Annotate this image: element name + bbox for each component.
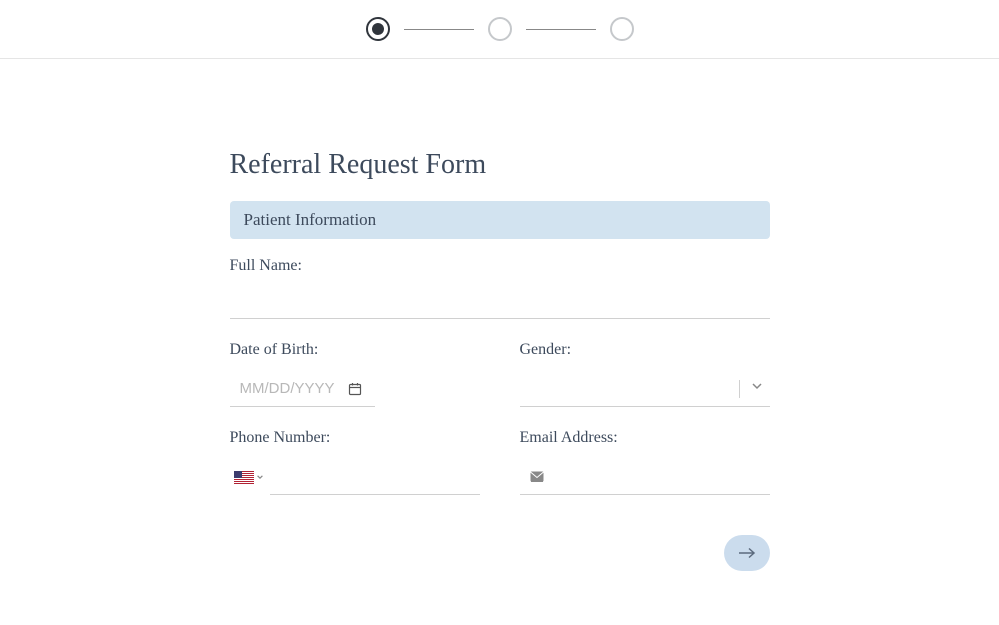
form-container: Referral Request Form Patient Informatio… xyxy=(230,149,770,495)
gender-select-value xyxy=(520,371,739,406)
step-1-indicator[interactable] xyxy=(366,17,390,41)
step-3-indicator[interactable] xyxy=(610,17,634,41)
field-email-address: Email Address: xyxy=(520,429,770,495)
next-button[interactable] xyxy=(724,535,770,571)
phone-label: Phone Number: xyxy=(230,429,480,447)
calendar-icon[interactable] xyxy=(348,382,362,396)
email-icon xyxy=(530,471,544,482)
gender-select[interactable] xyxy=(520,371,770,407)
field-gender: Gender: xyxy=(520,341,770,407)
dob-input[interactable] xyxy=(230,380,340,397)
select-divider xyxy=(739,380,740,398)
email-input-wrapper xyxy=(520,459,770,495)
us-flag-icon xyxy=(234,471,254,484)
step-connector-1 xyxy=(404,29,474,30)
email-label: Email Address: xyxy=(520,429,770,447)
form-title: Referral Request Form xyxy=(230,149,770,181)
field-date-of-birth: Date of Birth: xyxy=(230,341,480,407)
flag-chevron-icon xyxy=(256,468,264,486)
dob-label: Date of Birth: xyxy=(230,341,480,359)
phone-input-wrapper xyxy=(230,459,480,495)
step-active-dot xyxy=(372,23,384,35)
full-name-label: Full Name: xyxy=(230,257,770,275)
stepper-bar xyxy=(0,0,999,59)
field-phone-number: Phone Number: xyxy=(230,429,480,495)
field-full-name: Full Name: xyxy=(230,257,770,319)
step-2-indicator[interactable] xyxy=(488,17,512,41)
full-name-input[interactable] xyxy=(230,287,770,319)
step-connector-2 xyxy=(526,29,596,30)
phone-input[interactable] xyxy=(270,459,480,495)
country-flag-selector[interactable] xyxy=(230,468,264,486)
section-header: Patient Information xyxy=(230,201,770,239)
chevron-down-icon xyxy=(750,379,764,398)
email-input[interactable] xyxy=(554,459,770,494)
dob-input-wrapper[interactable] xyxy=(230,371,375,407)
gender-label: Gender: xyxy=(520,341,770,359)
